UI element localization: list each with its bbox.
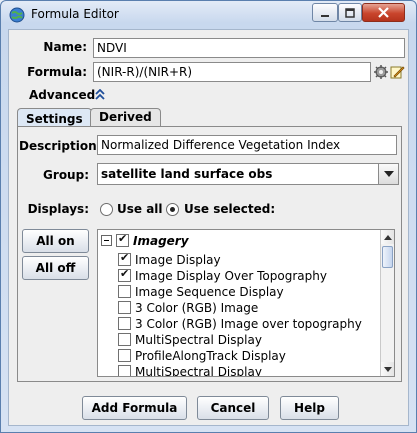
tab-derived[interactable]: Derived [90,108,161,126]
item-label: Image Sequence Display [135,285,284,299]
maximize-icon [345,7,355,18]
advanced-label: Advanced [29,88,96,102]
item-label: 3 Color (RGB) Image [135,301,259,315]
add-formula-button[interactable]: Add Formula [82,396,187,420]
list-item[interactable]: Image Display [98,251,368,268]
combo-dropdown-button[interactable] [378,164,398,184]
chevron-down-icon [383,171,394,177]
collapse-icon[interactable] [101,235,112,246]
list-item[interactable]: Image Sequence Display [98,284,368,300]
name-label: Name: [43,40,87,54]
item-label: Image Display Over Topography [135,269,327,283]
minimize-button[interactable] [312,3,338,22]
all-off-button[interactable]: All off [22,256,89,280]
pencil-icon[interactable] [390,64,405,79]
list-category-imagery[interactable]: Imagery [98,232,368,249]
scroll-thumb[interactable] [382,246,393,268]
scroll-up-button[interactable] [381,230,394,244]
description-label: Description: [19,139,102,153]
item-checkbox[interactable] [118,333,131,346]
description-field[interactable]: Normalized Difference Vegetation Index [97,135,397,155]
title-bar[interactable]: Formula Editor [1,1,416,29]
item-checkbox[interactable] [118,267,131,282]
close-icon [378,7,389,18]
minimize-icon [321,14,329,17]
item-label: MultiSpectral Display [135,365,262,377]
list-item[interactable]: ProfileAlongTrack Display [98,348,368,364]
item-checkbox[interactable] [118,365,131,376]
maximize-button[interactable] [338,3,362,22]
list-item[interactable]: 3 Color (RGB) Image over topography [98,316,368,332]
group-label: Group: [43,168,89,182]
name-field[interactable]: NDVI [93,38,405,58]
display-list[interactable]: Imagery Image Display Image Display Over… [97,229,395,377]
group-selected-value: satellite land surface obs [101,167,273,181]
globe-icon [9,7,25,23]
window-title: Formula Editor [31,7,119,21]
displays-label: Displays: [27,202,89,216]
chevron-down-icon [383,366,392,372]
item-label: Image Display [135,253,221,267]
close-button[interactable] [362,3,405,22]
category-label: Imagery [133,234,189,248]
all-on-button[interactable]: All on [22,229,89,253]
chevron-double-up-icon[interactable] [95,89,105,100]
list-item[interactable]: MultiSpectral Display [98,332,368,348]
use-all-label[interactable]: Use all [117,202,163,216]
chevron-up-icon [383,234,392,240]
item-label: 3 Color (RGB) Image over topography [135,317,362,331]
dialog-content: Name: NDVI Formula: (NIR-R)/(NIR+R) Adva… [8,29,409,426]
gear-icon[interactable] [374,65,388,79]
formula-label: Formula: [27,65,87,79]
use-selected-radio[interactable] [166,203,179,216]
formula-editor-window: Formula Editor Name: NDVI Formula: (NIR-… [0,0,417,433]
item-label: MultiSpectral Display [135,333,262,347]
item-label: ProfileAlongTrack Display [135,349,286,363]
help-button[interactable]: Help [280,396,339,420]
item-checkbox[interactable] [118,251,131,266]
scroll-down-button[interactable] [381,362,394,376]
vertical-scrollbar[interactable] [380,230,394,376]
list-item[interactable]: Image Display Over Topography [98,267,368,284]
formula-field[interactable]: (NIR-R)/(NIR+R) [93,62,371,82]
use-selected-label[interactable]: Use selected: [184,202,275,216]
item-checkbox[interactable] [118,285,131,298]
cancel-button[interactable]: Cancel [197,396,269,420]
list-item[interactable]: 3 Color (RGB) Image [98,300,368,316]
use-all-radio[interactable] [100,203,113,216]
item-checkbox[interactable] [118,349,131,362]
category-checkbox[interactable] [116,232,129,247]
list-item[interactable]: MultiSpectral Display [98,364,368,377]
item-checkbox[interactable] [118,317,131,330]
group-combobox[interactable]: satellite land surface obs [97,163,399,185]
item-checkbox[interactable] [118,301,131,314]
